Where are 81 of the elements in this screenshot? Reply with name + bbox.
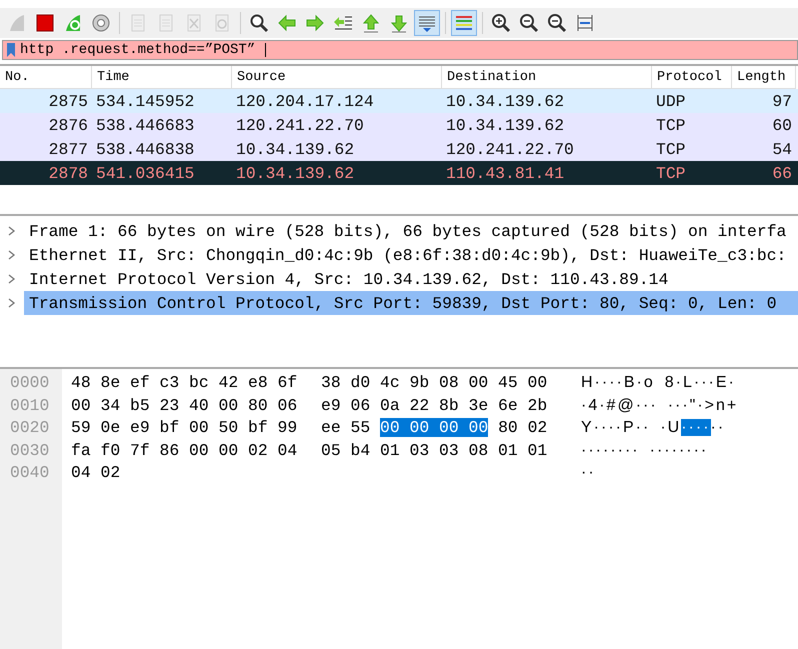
gear-icon: [91, 13, 111, 33]
packet-row[interactable]: 2875 534.145952 120.204.17.124 10.34.139.62 UDP 97: [0, 89, 798, 113]
hex-bytes: ee 55: [321, 418, 372, 437]
table-cell: TCP: [656, 116, 686, 134]
packet-row[interactable]: 2878 541.036415 10.34.139.62 110.43.81.41 TCP 66: [0, 161, 798, 185]
hex-bytes: 04 02: [71, 463, 120, 482]
hex-bytes: 59 0e e9 bf 00 50 bf 99: [71, 418, 298, 437]
left-arrow-icon: [277, 13, 297, 33]
down-arrow-icon: [389, 13, 409, 33]
table-cell: 110.43.81.41: [446, 164, 564, 182]
hex-bytes: 05 b4 01 03 03 08 01 01: [321, 440, 548, 460]
table-cell: 10.34.139.62: [446, 92, 564, 110]
tree-item[interactable]: Frame 1: 66 bytes on wire (528 bits), 66 bytes captured (528 bits) on interfa: [24, 219, 798, 243]
ascii-text: Y····P··: [581, 419, 650, 436]
bookmark-icon[interactable]: [6, 42, 16, 58]
up-arrow-icon: [361, 13, 381, 33]
table-cell: 120.241.22.70: [446, 140, 574, 158]
hex-bytes: 00 00 00 00: [380, 418, 488, 437]
chevron-icon[interactable]: [6, 297, 16, 309]
offset-label: 0010: [9, 394, 50, 416]
offset-label: 0020: [9, 417, 50, 439]
ascii-text: H····B·o: [581, 374, 655, 391]
display-filter-field[interactable]: http .request.method==”POST”: [2, 40, 798, 60]
table-cell: 60: [772, 116, 792, 134]
column-resize-icon: [575, 13, 595, 33]
ascii-text: ·4·#@···: [581, 396, 658, 414]
stop-icon: [35, 13, 55, 33]
ascii-text: 8·L···E·: [664, 374, 736, 391]
table-cell: 10.34.139.62: [446, 116, 564, 134]
right-arrow-icon: [305, 13, 325, 33]
table-cell: 2877: [48, 140, 88, 158]
ascii-text: ····: [681, 419, 711, 436]
table-cell: 2878: [48, 164, 88, 182]
table-cell: 120.241.22.70: [236, 116, 364, 134]
table-cell: UDP: [656, 92, 686, 110]
table-cell: 97: [772, 92, 792, 110]
offset-label: 0040: [9, 462, 50, 484]
search-icon: [249, 13, 269, 33]
zoom-in-icon: [491, 13, 511, 33]
packet-row[interactable]: 2876 538.446683 120.241.22.70 10.34.139.62 TCP 60: [0, 113, 798, 137]
hex-bytes: 80 02: [497, 418, 548, 437]
table-cell: TCP: [656, 140, 686, 158]
chevron-icon[interactable]: [6, 225, 16, 237]
zoom-reset-icon: [547, 13, 567, 33]
colored-lines-icon: [454, 13, 474, 33]
fin-refresh-icon: [63, 13, 83, 33]
offset-label: 0030: [9, 440, 50, 462]
ascii-text: ··: [710, 419, 726, 436]
table-cell: 66: [772, 164, 792, 182]
ascii-text: ··: [581, 464, 596, 481]
tree-item[interactable]: Ethernet II, Src: Chongqin_d0:4c:9b (e8:6f:38:d0:4c:9b), Dst: HuaweiTe_c3:bc:: [24, 243, 798, 267]
hex-bytes: 48 8e ef c3 bc 42 e8 6f: [71, 373, 298, 392]
table-cell: 10.34.139.62: [236, 140, 354, 158]
hex-bytes: fa f0 7f 86 00 00 02 04: [71, 440, 298, 460]
zoom-out-icon: [519, 13, 539, 33]
table-cell: 534.145952: [96, 92, 194, 110]
table-cell: 10.34.139.62: [236, 164, 354, 182]
table-cell: 541.036415: [96, 164, 194, 182]
offset-label: 0000: [9, 372, 50, 394]
table-cell: 538.446838: [96, 140, 194, 158]
ascii-text: ········: [581, 442, 640, 458]
fin-icon: [7, 13, 27, 33]
filter-text: http .request.method==”POST”: [20, 42, 256, 58]
ascii-text: ···"·>n+: [668, 396, 738, 414]
table-cell: 2875: [48, 92, 88, 110]
tree-item[interactable]: Internet Protocol Version 4, Src: 10.34.139.62, Dst: 110.43.89.14: [24, 267, 798, 291]
text-cursor: [265, 43, 266, 57]
ascii-text: ·U: [660, 419, 682, 436]
table-cell: TCP: [656, 164, 686, 182]
packet-row[interactable]: 2877 538.446838 10.34.139.62 120.241.22.70 TCP 54: [0, 137, 798, 161]
ascii-text: ········: [650, 442, 708, 458]
table-cell: 120.204.17.124: [236, 92, 374, 110]
table-cell: 54: [772, 140, 792, 158]
toolbar-button[interactable]: [414, 10, 440, 36]
hex-bytes: 38 d0 4c 9b 08 00 45 00: [321, 373, 548, 392]
chevron-icon[interactable]: [6, 249, 16, 261]
chevron-icon[interactable]: [6, 273, 16, 285]
hex-bytes: 00 34 b5 23 40 00 80 06: [71, 396, 298, 414]
hex-bytes: e9 06 0a 22 8b 3e 6e 2b: [321, 396, 548, 414]
table-cell: 538.446683: [96, 116, 194, 134]
table-cell: 2876: [48, 116, 88, 134]
